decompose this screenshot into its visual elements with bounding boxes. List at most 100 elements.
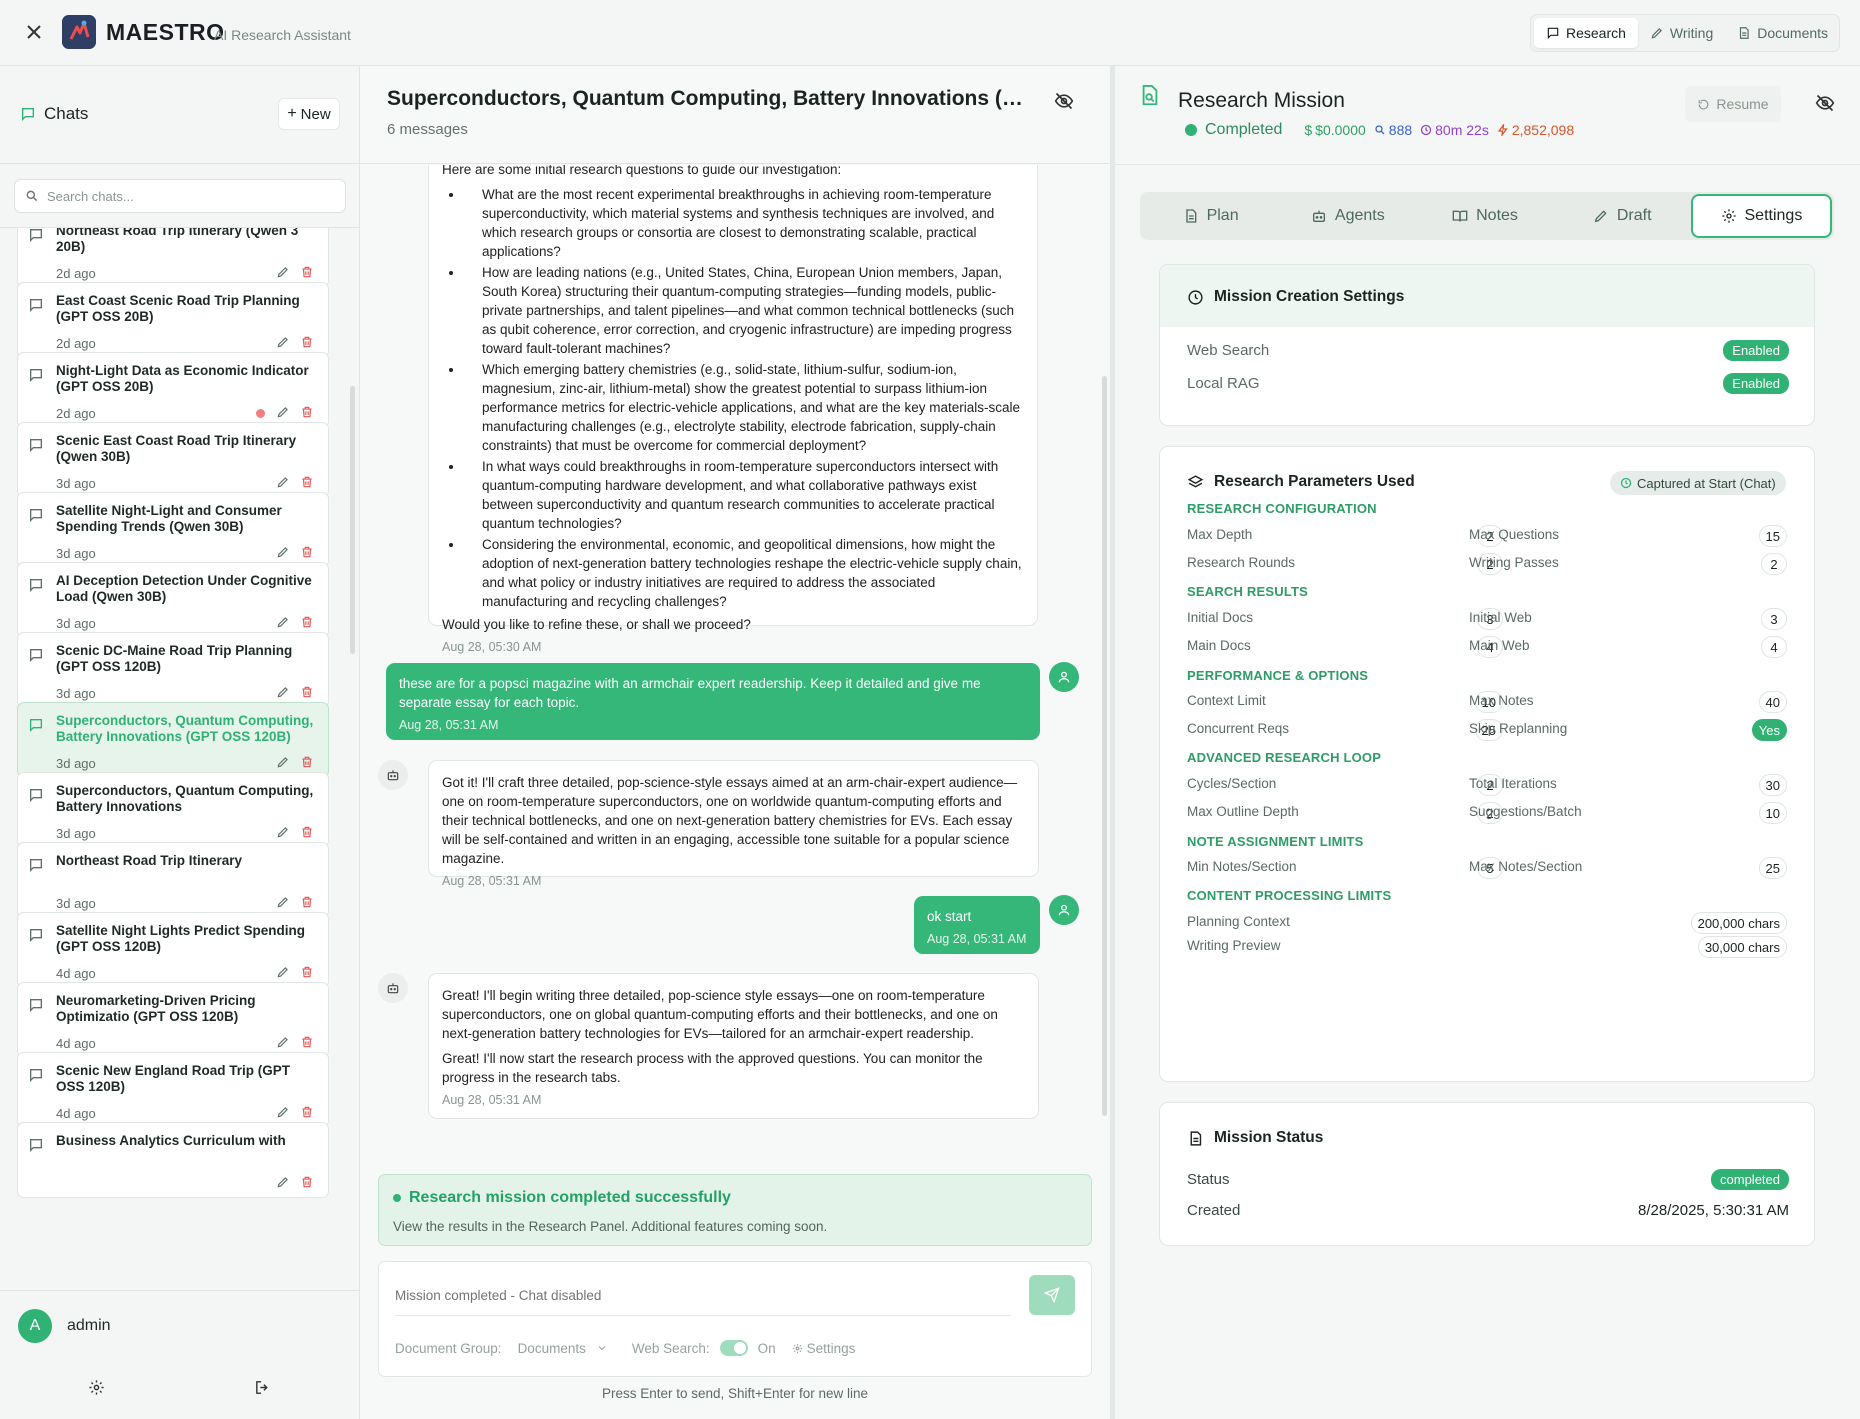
delete-icon[interactable]: [300, 1035, 314, 1049]
gear-icon[interactable]: [88, 1379, 105, 1396]
document-search-icon: [1139, 84, 1161, 108]
delete-icon[interactable]: [300, 965, 314, 979]
mode-writing[interactable]: Writing: [1638, 18, 1725, 48]
send-button[interactable]: [1029, 1275, 1075, 1315]
resume-label: Resume: [1716, 96, 1769, 112]
param-label: Max Outline Depth: [1187, 804, 1299, 819]
delete-icon[interactable]: [300, 335, 314, 349]
delete-icon[interactable]: [300, 265, 314, 279]
chat-list-item[interactable]: Scenic New England Road Trip (GPT OSS 12…: [17, 1052, 329, 1128]
chat-list-item[interactable]: AI Deception Detection Under Cognitive L…: [17, 562, 329, 638]
param-value: 15: [1758, 525, 1787, 547]
chat-item-title: Northeast Road Trip Itinerary: [56, 853, 243, 868]
chat-list-item[interactable]: Satellite Night-Light and Consumer Spend…: [17, 492, 329, 568]
created-row: Created 8/28/2025, 5:30:31 AM: [1187, 1202, 1789, 1219]
chat-list-item[interactable]: Neuromarketing-Driven Pricing Optimizati…: [17, 982, 329, 1058]
edit-icon[interactable]: [276, 1175, 290, 1189]
delete-icon[interactable]: [300, 895, 314, 909]
status-dot: [1185, 124, 1197, 136]
edit-icon[interactable]: [276, 895, 290, 909]
research-header: Research Mission Completed $ $0.0000 888 …: [1115, 66, 1860, 165]
search-input[interactable]: [47, 188, 327, 204]
edit-icon[interactable]: [276, 405, 290, 419]
delete-icon[interactable]: [300, 1175, 314, 1189]
chat-scrollbar[interactable]: [1102, 376, 1107, 1116]
tab-plan-label: Plan: [1206, 207, 1239, 224]
chat-list-item[interactable]: East Coast Scenic Road Trip Planning (GP…: [17, 282, 329, 358]
chat-item-title: Satellite Night-Light and Consumer Spend…: [56, 503, 282, 534]
delete-icon[interactable]: [300, 545, 314, 559]
message-count: 6 messages: [387, 121, 468, 138]
edit-icon[interactable]: [276, 265, 290, 279]
delete-icon[interactable]: [300, 755, 314, 769]
tab-agents[interactable]: Agents: [1279, 194, 1416, 238]
chat-list-item[interactable]: Scenic DC-Maine Road Trip Planning (GPT …: [17, 632, 329, 708]
edit-icon[interactable]: [276, 755, 290, 769]
chat-icon: [1546, 26, 1560, 40]
param-label: Max Notes: [1469, 693, 1534, 708]
settings-link[interactable]: Settings: [792, 1341, 855, 1356]
delete-icon[interactable]: [300, 825, 314, 839]
clock-icon: [1420, 124, 1432, 136]
status-text: Completed: [1205, 121, 1283, 138]
mode-documents[interactable]: Documents: [1725, 18, 1840, 48]
logout-icon[interactable]: [254, 1379, 271, 1396]
message-input[interactable]: [395, 1276, 1011, 1316]
local-rag-row: Local RAG Enabled: [1187, 373, 1789, 394]
tab-plan[interactable]: Plan: [1142, 194, 1279, 238]
edit-icon[interactable]: [276, 545, 290, 559]
delete-icon[interactable]: [300, 685, 314, 699]
dollar-icon: $: [1304, 122, 1313, 138]
resume-button[interactable]: Resume: [1685, 86, 1781, 122]
avatar[interactable]: A: [18, 1309, 52, 1343]
mode-research[interactable]: Research: [1534, 18, 1638, 48]
chat-icon: [28, 297, 44, 313]
chat-item-time: 3d ago: [56, 686, 96, 701]
chats-title: Chats: [44, 104, 89, 123]
chat-item-title: Night-Light Data as Economic Indicator (…: [56, 363, 309, 394]
close-icon[interactable]: [22, 20, 46, 44]
duration-value: 80m 22s: [1435, 122, 1489, 138]
edit-icon[interactable]: [276, 1035, 290, 1049]
delete-icon[interactable]: [300, 475, 314, 489]
delete-icon[interactable]: [300, 405, 314, 419]
chat-list-item[interactable]: Satellite Night Lights Predict Spending …: [17, 912, 329, 988]
assistant-message: Got it! I'll craft three detailed, pop-s…: [428, 760, 1039, 888]
chat-item-title: Superconductors, Quantum Computing, Batt…: [56, 783, 314, 814]
param-label: Context Limit: [1187, 693, 1266, 708]
tab-notes[interactable]: Notes: [1416, 194, 1553, 238]
tab-draft[interactable]: Draft: [1554, 194, 1691, 238]
sidebar-scrollbar[interactable]: [350, 386, 355, 654]
chat-list-item[interactable]: Business Analytics Curriculum with: [17, 1122, 329, 1198]
delete-icon[interactable]: [300, 1105, 314, 1119]
edit-icon[interactable]: [276, 965, 290, 979]
chat-item-time: 3d ago: [56, 826, 96, 841]
edit-icon[interactable]: [276, 825, 290, 839]
param-label: Writing Passes: [1469, 555, 1559, 570]
edit-icon[interactable]: [276, 475, 290, 489]
chat-icon: [28, 367, 44, 383]
chat-list-item[interactable]: Superconductors, Quantum Computing, Batt…: [17, 702, 329, 778]
clock-icon: [1620, 477, 1632, 489]
edit-icon[interactable]: [276, 1105, 290, 1119]
tab-settings[interactable]: Settings: [1690, 194, 1833, 238]
edit-icon[interactable]: [276, 685, 290, 699]
input-hint: Press Enter to send, Shift+Enter for new…: [601, 1386, 868, 1401]
chat-list-item[interactable]: Northeast Road Trip Itinerary (Qwen 3 20…: [17, 228, 329, 288]
doc-group-select[interactable]: Documents: [518, 1341, 608, 1356]
chat-list-item[interactable]: Scenic East Coast Road Trip Itinerary (Q…: [17, 422, 329, 498]
param-label: Initial Web: [1469, 610, 1532, 625]
edit-icon[interactable]: [276, 615, 290, 629]
chat-search: [14, 179, 346, 213]
eye-off-icon[interactable]: [1054, 91, 1074, 111]
delete-icon[interactable]: [300, 615, 314, 629]
chat-list-item[interactable]: Northeast Road Trip Itinerary 3d ago: [17, 842, 329, 918]
chat-list-item[interactable]: Superconductors, Quantum Computing, Batt…: [17, 772, 329, 848]
chat-list-item[interactable]: Night-Light Data as Economic Indicator (…: [17, 352, 329, 428]
edit-icon[interactable]: [276, 335, 290, 349]
eye-off-icon[interactable]: [1815, 93, 1835, 113]
web-search-toggle[interactable]: [719, 1340, 748, 1356]
chats-heading: Chats: [20, 104, 88, 124]
new-chat-button[interactable]: + New: [278, 98, 340, 130]
document-icon: [1737, 26, 1751, 40]
